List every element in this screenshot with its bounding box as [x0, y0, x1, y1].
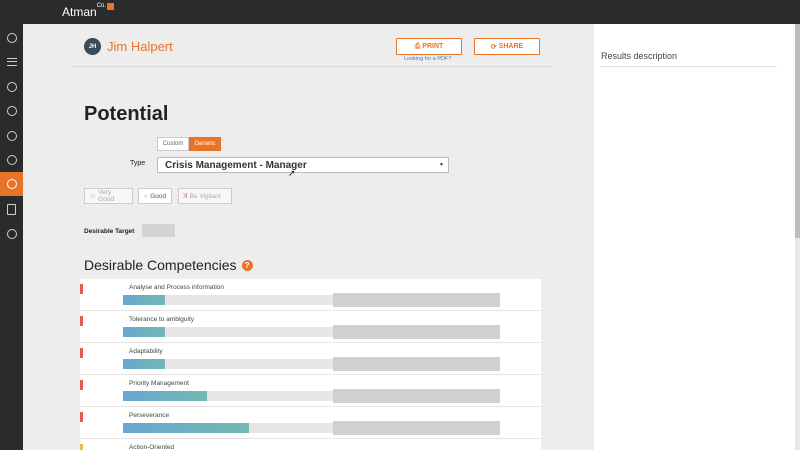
user-icon[interactable]: [0, 26, 23, 50]
caret-down-icon: ▼: [439, 162, 444, 168]
page-title: Potential: [84, 103, 169, 125]
tags-icon[interactable]: [0, 148, 23, 172]
avatar: JH: [84, 38, 101, 55]
good-icon: ♁: [143, 192, 149, 200]
score-bar: [123, 295, 165, 305]
legend-very-good: ☺ Very Good: [84, 188, 133, 204]
be-vigilant-icon: ꓘ: [183, 193, 188, 200]
type-select-value: Crisis Management - Manager: [165, 159, 307, 171]
score-track: [123, 295, 333, 305]
legend-good: ♁ Good: [138, 188, 172, 204]
competency-row: Perseverance: [80, 407, 541, 439]
print-button[interactable]: ⎙ PRINT: [396, 38, 462, 55]
competency-flag: [80, 444, 83, 450]
desirable-target-range: [333, 325, 500, 339]
sliders-icon[interactable]: [0, 50, 23, 74]
help-icon[interactable]: ?: [241, 259, 253, 271]
competency-row: Priority Management: [80, 375, 541, 407]
mouse-cursor-icon: ➚: [288, 168, 296, 178]
top-bar: AtmanCo.: [0, 0, 800, 24]
competency-flag: [80, 284, 83, 294]
competency-flag: [80, 380, 83, 390]
competency-row: Adaptability: [80, 343, 541, 375]
score-bar: [123, 327, 165, 337]
print-icon: ⎙: [414, 42, 421, 50]
competency-row: Tolerance to ambiguity: [80, 311, 541, 343]
score-bar: [123, 423, 249, 433]
divider: [600, 66, 777, 67]
competency-flag: [80, 348, 83, 358]
very-good-icon: ☺: [89, 192, 97, 200]
competency-name: Action-Oriented: [129, 444, 175, 450]
score-bar: [123, 391, 207, 401]
type-select[interactable]: Crisis Management - Manager ▼: [157, 157, 449, 173]
competency-row: Analyse and Process information: [80, 279, 541, 311]
competency-name: Perseverance: [129, 412, 170, 419]
share-icon: ⟳: [490, 43, 497, 51]
competency-list: Analyse and Process information Tolerance…: [80, 279, 541, 450]
divider: [71, 66, 553, 67]
potential-icon[interactable]: [0, 172, 23, 196]
legend-be-vigilant: ꓘ Be Vigilant: [178, 188, 232, 204]
desirable-target-swatch: [142, 224, 175, 237]
compass-icon[interactable]: [0, 99, 23, 123]
type-label: Type: [130, 160, 146, 167]
segment-custom[interactable]: Custom: [157, 137, 189, 151]
results-panel: Results description: [594, 24, 795, 450]
desirable-target-range: [333, 293, 500, 307]
competency-flag: [80, 316, 83, 326]
competency-name: Tolerance to ambiguity: [129, 316, 195, 323]
desirable-target-range: [333, 357, 500, 371]
share-button[interactable]: ⟳ SHARE: [474, 38, 540, 55]
gear-icon[interactable]: [0, 222, 23, 246]
competency-row: Action-Oriented: [80, 439, 541, 450]
desirable-target-range: [333, 389, 500, 403]
score-track: [123, 327, 333, 337]
document-icon[interactable]: [0, 197, 23, 221]
competency-flag: [80, 412, 83, 422]
segment-generic[interactable]: Generic: [189, 137, 221, 151]
user-name: Jim Halpert: [107, 39, 173, 54]
score-track: [123, 391, 333, 401]
score-track: [123, 423, 333, 433]
competency-name: Analyse and Process information: [129, 284, 225, 291]
section-title: Desirable Competencies ?: [84, 257, 253, 273]
exchange-icon[interactable]: [0, 124, 23, 148]
results-title: Results description: [601, 51, 678, 61]
score-bar: [123, 359, 165, 369]
globe-icon[interactable]: [0, 75, 23, 99]
competency-name: Priority Management: [129, 380, 189, 387]
competency-name: Adaptability: [129, 348, 163, 355]
sidebar: [0, 24, 23, 450]
main-content: JH Jim Halpert ⎙ PRINT ⟳ SHARE Looking for…: [23, 24, 594, 450]
app-logo[interactable]: AtmanCo.: [62, 3, 115, 19]
scrollbar-thumb[interactable]: [795, 24, 800, 238]
pdf-link[interactable]: Looking for a PDF?: [404, 56, 451, 62]
scrollbar[interactable]: [795, 24, 800, 450]
score-track: [123, 359, 333, 369]
desirable-target-range: [333, 421, 500, 435]
desirable-target-label: Desirable Target: [84, 228, 135, 235]
